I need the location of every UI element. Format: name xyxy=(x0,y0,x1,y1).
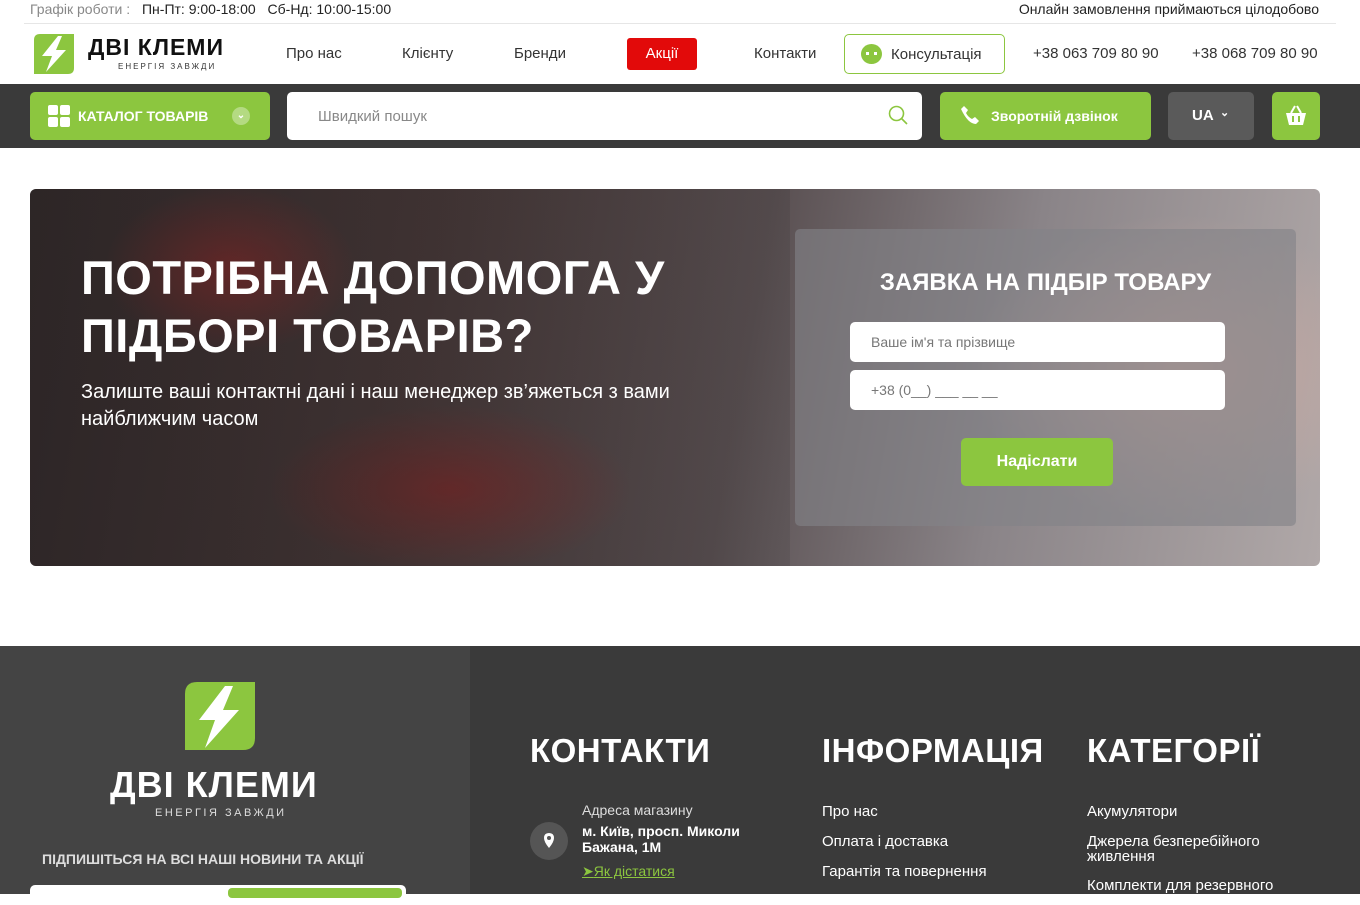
hero-text: Залиште ваші контактні дані і наш менедж… xyxy=(81,381,670,430)
nav-client[interactable]: Клієнту xyxy=(402,45,453,62)
cart-button[interactable] xyxy=(1272,92,1320,140)
search-input[interactable] xyxy=(287,92,867,140)
work-schedule: Графік роботи : Пн-Пт: 9:00-18:00 Сб-Нд:… xyxy=(30,1,399,17)
logo-text[interactable]: ДВІ КЛЕМИ xyxy=(88,34,224,61)
address-value: м. Київ, просп. Миколи Бажана, 1М xyxy=(582,823,740,855)
schedule-weekdays: Пн-Пт: 9:00-18:00 xyxy=(141,1,256,17)
logo-icon xyxy=(185,682,255,750)
location-pin-icon xyxy=(530,822,568,860)
nav-brands[interactable]: Бренди xyxy=(514,45,566,62)
phone-icon xyxy=(961,106,979,124)
logo-icon[interactable] xyxy=(30,30,78,78)
logo-tagline: ЕНЕРГІЯ ЗАВЖДИ xyxy=(118,62,217,71)
directions-label: Як дістатися xyxy=(593,863,675,879)
online-orders-note: Онлайн замовлення приймаються цілодобово xyxy=(1018,1,1319,17)
language-select[interactable]: UA ⌄ xyxy=(1168,92,1254,140)
phone-2[interactable]: +38 068 709 80 90 xyxy=(1192,45,1318,62)
address-label: Адреса магазину xyxy=(582,802,693,818)
language-value: UA xyxy=(1192,107,1214,124)
nav-contacts[interactable]: Контакти xyxy=(754,45,816,62)
name-field[interactable] xyxy=(850,322,1225,362)
catalog-button[interactable]: КАТАЛОГ ТОВАРІВ ⌄ xyxy=(30,92,270,140)
basket-icon xyxy=(1286,105,1306,125)
callback-button[interactable]: Зворотній дзвінок xyxy=(940,92,1151,140)
footer-logo-text: ДВІ КЛЕМИ xyxy=(110,764,318,805)
info-heading: ІНФОРМАЦІЯ xyxy=(822,732,1044,769)
navigation-arrow-icon: ➤ xyxy=(582,863,594,879)
footer-logo-tagline: ЕНЕРГІЯ ЗАВЖДИ xyxy=(155,807,287,819)
footer-link-payment[interactable]: Оплата і доставка xyxy=(822,834,948,849)
contacts-heading: КОНТАКТИ xyxy=(530,732,711,769)
directions-link[interactable]: ➤Як дістатися xyxy=(582,863,675,880)
subscribe-heading: ПІДПИШІТЬСЯ НА ВСІ НАШІ НОВИНИ ТА АКЦІЇ xyxy=(42,851,364,867)
callback-label: Зворотній дзвінок xyxy=(991,108,1118,124)
grid-icon xyxy=(48,105,70,127)
top-info-bar: Графік роботи : Пн-Пт: 9:00-18:00 Сб-Нд:… xyxy=(0,0,1360,22)
hero-title: ПОТРІБНА ДОПОМОГА У ПІДБОРІ ТОВАРІВ? xyxy=(81,251,665,362)
hero-overlay xyxy=(30,189,790,566)
footer-link-batteries[interactable]: Акумулятори xyxy=(1087,804,1177,819)
header: ДВІ КЛЕМИ ЕНЕРГІЯ ЗАВЖДИ Про нас Клієнту… xyxy=(0,24,1360,84)
selection-request-form: ЗАЯВКА НА ПІДБІР ТОВАРУ Надіслати xyxy=(795,229,1296,526)
categories-heading: КАТЕГОРІЇ xyxy=(1087,732,1261,769)
footer-link-warranty[interactable]: Гарантія та повернення xyxy=(822,864,987,879)
footer-link-ups[interactable]: Джерела безперебійного живлення xyxy=(1087,834,1297,864)
toolbar: КАТАЛОГ ТОВАРІВ ⌄ Зворотній дзвінок UA ⌄ xyxy=(0,84,1360,148)
hero-banner: ПОТРІБНА ДОПОМОГА У ПІДБОРІ ТОВАРІВ? Зал… xyxy=(30,189,1320,566)
footer-link-backup-kits[interactable]: Комплекти для резервного xyxy=(1087,878,1273,893)
subscribe-button[interactable] xyxy=(228,888,402,898)
consultation-button[interactable]: Консультація xyxy=(844,34,1005,74)
consultation-label: Консультація xyxy=(891,46,982,63)
submit-button[interactable]: Надіслати xyxy=(961,438,1113,486)
form-title: ЗАЯВКА НА ПІДБІР ТОВАРУ xyxy=(879,269,1212,296)
chat-icon xyxy=(861,44,882,64)
nav-about[interactable]: Про нас xyxy=(286,45,342,62)
schedule-label: Графік роботи : xyxy=(30,1,131,17)
search-box xyxy=(287,92,922,140)
footer-brand-panel: ДВІ КЛЕМИ ЕНЕРГІЯ ЗАВЖДИ ПІДПИШІТЬСЯ НА … xyxy=(0,646,470,905)
catalog-label: КАТАЛОГ ТОВАРІВ xyxy=(78,108,209,124)
footer-link-about[interactable]: Про нас xyxy=(822,804,878,819)
phone-1[interactable]: +38 063 709 80 90 xyxy=(1033,45,1159,62)
search-icon[interactable] xyxy=(888,105,908,125)
footer: ДВІ КЛЕМИ ЕНЕРГІЯ ЗАВЖДИ ПІДПИШІТЬСЯ НА … xyxy=(0,646,1360,905)
chevron-down-icon: ⌄ xyxy=(1220,107,1230,119)
schedule-weekend: Сб-Нд: 10:00-15:00 xyxy=(267,1,392,17)
chevron-down-icon: ⌄ xyxy=(232,107,250,125)
phone-field[interactable] xyxy=(850,370,1225,410)
nav-promotions[interactable]: Акції xyxy=(627,38,697,70)
